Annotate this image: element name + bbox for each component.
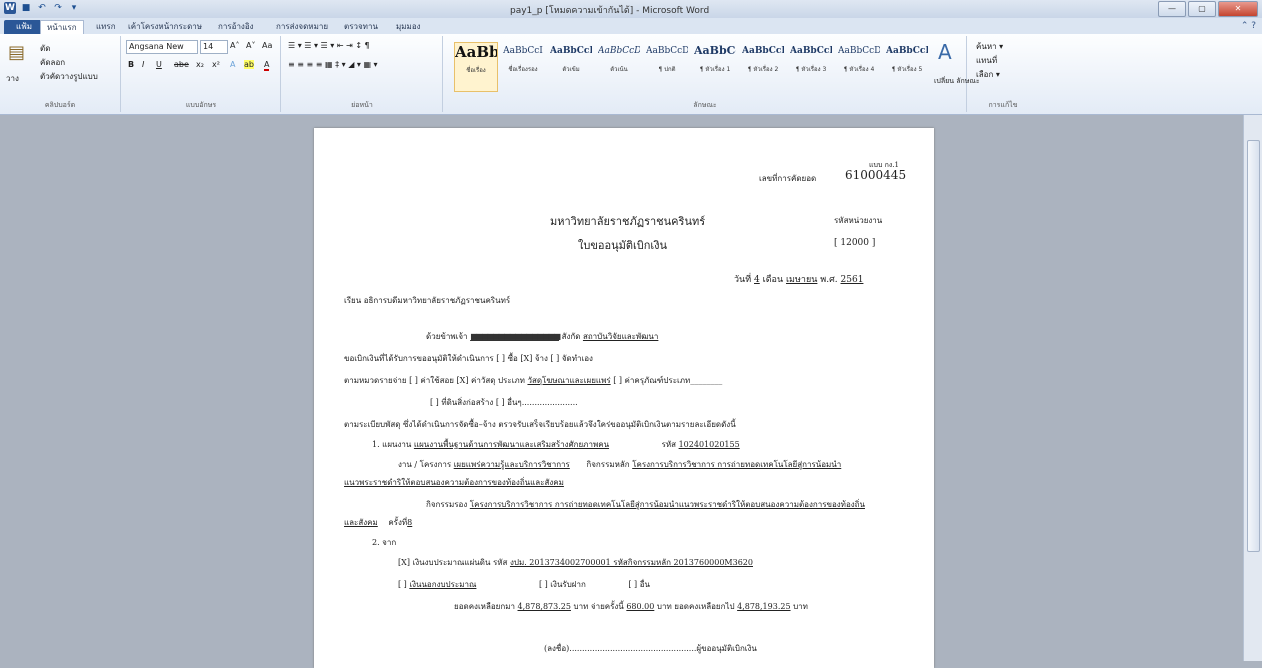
tab-home[interactable]: หน้าแรก: [40, 20, 84, 35]
style-heading2[interactable]: AaBbCcD¶ หัวเรื่อง 2: [742, 42, 784, 90]
style-heading5[interactable]: AaBbCcDd¶ หัวเรื่อง 5: [886, 42, 928, 90]
main-activity-continued: แนวพระราชดำริให้ตอบสนองความต้องการของท้อ…: [344, 478, 564, 487]
customize-qat-icon[interactable]: ▾: [68, 2, 80, 14]
vertical-scrollbar[interactable]: [1243, 115, 1262, 661]
format-painter-button[interactable]: ตัวคัดวางรูปแบบ: [40, 70, 98, 83]
tab-references[interactable]: การอ้างอิง: [212, 20, 260, 34]
form-title: ใบขออนุมัติเบิกเงิน: [578, 239, 668, 252]
subscript-button[interactable]: x₂: [196, 60, 204, 69]
bold-button[interactable]: B: [128, 60, 134, 69]
plan-line: 1. แผนงาน แผนงานพื้นฐานด้านการพัฒนาและเส…: [372, 440, 740, 449]
tab-insert[interactable]: แทรก: [90, 20, 122, 34]
style-heading4[interactable]: AaBbCcD ¶ หัวเรื่อง 4: [838, 42, 880, 90]
clipboard-group: ▤ วาง ตัด คัดลอก ตัวคัดวางรูปแบบ คลิปบอร…: [0, 36, 121, 112]
paragraph-group: ☰ ▾ ☰ ▾ ☰ ▾ ⇤ ⇥ ↕ ¶ ≡ ≡ ≡ ≡ ▦ ‡ ▾ ◢ ▾ ▦ …: [282, 36, 443, 112]
style-normal[interactable]: AaBbCcDd¶ ปกติ: [646, 42, 688, 90]
help-icon[interactable]: ⌃ ?: [1241, 21, 1256, 31]
copy-button[interactable]: คัดลอก: [40, 56, 65, 69]
quick-access-toolbar: W ■ ↶ ↷ ▾: [4, 2, 80, 14]
tab-mailings[interactable]: การส่งจดหมาย: [270, 20, 334, 34]
paragraph-row1[interactable]: ☰ ▾ ☰ ▾ ☰ ▾ ⇤ ⇥ ↕ ¶: [288, 41, 370, 50]
find-button[interactable]: ค้นหา ▾: [976, 40, 1003, 53]
undo-icon[interactable]: ↶: [36, 2, 48, 14]
editing-label: การแก้ไข: [988, 101, 1018, 109]
font-name-combo[interactable]: Angsana New: [126, 40, 198, 54]
regulation-line: ตามระเบียบพัสดุ ซึ่งได้ดำเนินการจัดซื้อ–…: [344, 420, 736, 429]
document-page[interactable]: แบบ กง.1 เลขที่การคัดยอด 61000445 มหาวิท…: [314, 128, 934, 668]
cut-button[interactable]: ตัด: [40, 42, 50, 55]
tab-file[interactable]: แฟ้ม: [4, 20, 44, 34]
style-heading1[interactable]: AaBbCc.¶ หัวเรื่อง 1: [694, 42, 736, 90]
control-number-label: เลขที่การคัดยอด: [759, 174, 817, 183]
highlight-button[interactable]: ab: [244, 60, 254, 69]
shrink-font-button[interactable]: A˅: [246, 41, 255, 50]
expense-category-line: ตามหมวดรายจ่าย [ ] ค่าใช้สอย [X] ค่าวัสด…: [344, 376, 723, 385]
paste-icon[interactable]: ▤: [8, 42, 25, 63]
editing-group: ค้นหา ▾ แทนที่ เลือก ▾ การแก้ไข: [968, 36, 1038, 112]
redo-icon[interactable]: ↷: [52, 2, 64, 14]
style-emphasis[interactable]: AaBbCcDdตัวเน้น: [598, 42, 640, 90]
paste-button[interactable]: วาง: [6, 72, 19, 85]
salutation: เรียน อธิการบดีมหาวิทยาลัยราชภัฏราชนคริน…: [344, 296, 511, 305]
text-effects-button[interactable]: A: [230, 60, 235, 69]
replace-button[interactable]: แทนที่: [976, 54, 997, 67]
save-icon[interactable]: ■: [20, 2, 32, 14]
style-heading3[interactable]: AaBbCcD¶ หัวเรื่อง 3: [790, 42, 832, 90]
word-app-icon[interactable]: W: [4, 2, 16, 14]
style-strong[interactable]: AaBbCcDdตัวเข้ม: [550, 42, 592, 90]
ribbon-tabs: แฟ้ม หน้าแรก แทรก เค้าโครงหน้ากระดาษ การ…: [0, 18, 1262, 35]
change-case-button[interactable]: Aa: [262, 41, 272, 50]
styles-label: ลักษณะ: [693, 101, 717, 109]
font-color-button[interactable]: A: [264, 60, 270, 71]
sub-activity-line: กิจกรรมรอง โครงการบริการวิชาการ การถ่ายท…: [426, 500, 865, 509]
source-label: 2. จาก: [372, 538, 397, 547]
tab-review[interactable]: ตรวจทาน: [338, 20, 384, 34]
style-subtitle[interactable]: AaBbCcI ชื่อเรื่องรอง: [502, 42, 544, 90]
strikethrough-button[interactable]: abe: [174, 60, 189, 69]
font-group-label: แบบอักษร: [185, 101, 217, 109]
budget-other-line: [ ] เงินนอกงบประมาณ [ ] เงินรับฝาก [ ] อ…: [398, 580, 650, 589]
window-title: pay1_p [โหมดความเข้ากันได้] - Microsoft …: [510, 6, 710, 16]
sub-activity-continued: และสังคม ครั้งที่8: [344, 518, 413, 527]
signature-line: (ลงชื่อ)................................…: [544, 644, 757, 653]
select-button[interactable]: เลือก ▾: [976, 68, 1000, 81]
minimize-button[interactable]: —: [1158, 1, 1186, 17]
font-size-combo[interactable]: 14: [200, 40, 228, 54]
underline-button[interactable]: U: [156, 60, 162, 69]
font-group: Angsana New 14 A˄ A˅ Aa B I U abe x₂ x² …: [122, 36, 281, 112]
unit-code: [ 12000 ]: [834, 238, 876, 248]
close-button[interactable]: ✕: [1218, 1, 1258, 17]
balance-line: ยอดคงเหลือยกมา 4,878,873.25 บาท จ่ายครั้…: [454, 602, 808, 611]
style-title[interactable]: AaBb(ชื่อเรื่อง: [454, 42, 498, 92]
requester-name-redacted: ■■■■■■■■■■■■■■■■: [470, 331, 561, 341]
project-line: งาน / โครงการ เผยแพร่ความรู้และบริการวิช…: [398, 460, 842, 469]
superscript-button[interactable]: x²: [212, 60, 220, 69]
control-number: 61000445: [845, 168, 907, 182]
expense-category-line2: [ ] ที่ดินสิ่งก่อสร้าง [ ] อื่นๆ........…: [430, 398, 578, 407]
tab-view[interactable]: มุมมอง: [390, 20, 427, 34]
maximize-button[interactable]: ▢: [1188, 1, 1216, 17]
change-styles-icon[interactable]: A: [938, 40, 952, 64]
styles-group: AaBb(ชื่อเรื่อง AaBbCcIชื่อเรื่องรอง AaB…: [444, 36, 980, 112]
title-bar: W ■ ↶ ↷ ▾ pay1_p [โหมดความเข้ากันได้] - …: [0, 0, 1262, 19]
scroll-thumb[interactable]: [1247, 140, 1260, 552]
request-type-line: ขอเบิกเงินที่ได้รับการขออนุมัติให้ดำเนิน…: [344, 354, 593, 363]
requester-line: ด้วยข้าพเจ้า ■■■■■■■■■■■■■■■■ สังกัด สถา…: [426, 331, 659, 341]
italic-button[interactable]: I: [142, 60, 144, 69]
paragraph-row2[interactable]: ≡ ≡ ≡ ≡ ▦ ‡ ▾ ◢ ▾ ▦ ▾: [288, 60, 378, 69]
ribbon: ▤ วาง ตัด คัดลอก ตัวคัดวางรูปแบบ คลิปบอร…: [0, 34, 1262, 115]
budget-line: [X] เงินงบประมาณแผ่นดิน รหัส งปม. 201373…: [398, 558, 753, 567]
date-line: วันที่ 4 เดือน เมษายน พ.ศ. 2561: [734, 275, 864, 285]
paragraph-label: ย่อหน้า: [351, 101, 373, 109]
clipboard-label: คลิปบอร์ด: [44, 101, 76, 109]
tab-page-layout[interactable]: เค้าโครงหน้ากระดาษ: [122, 20, 208, 34]
grow-font-button[interactable]: A˄: [230, 41, 239, 50]
unit-code-label: รหัสหน่วยงาน: [834, 216, 883, 225]
university-name: มหาวิทยาลัยราชภัฏราชนครินทร์: [550, 215, 706, 228]
